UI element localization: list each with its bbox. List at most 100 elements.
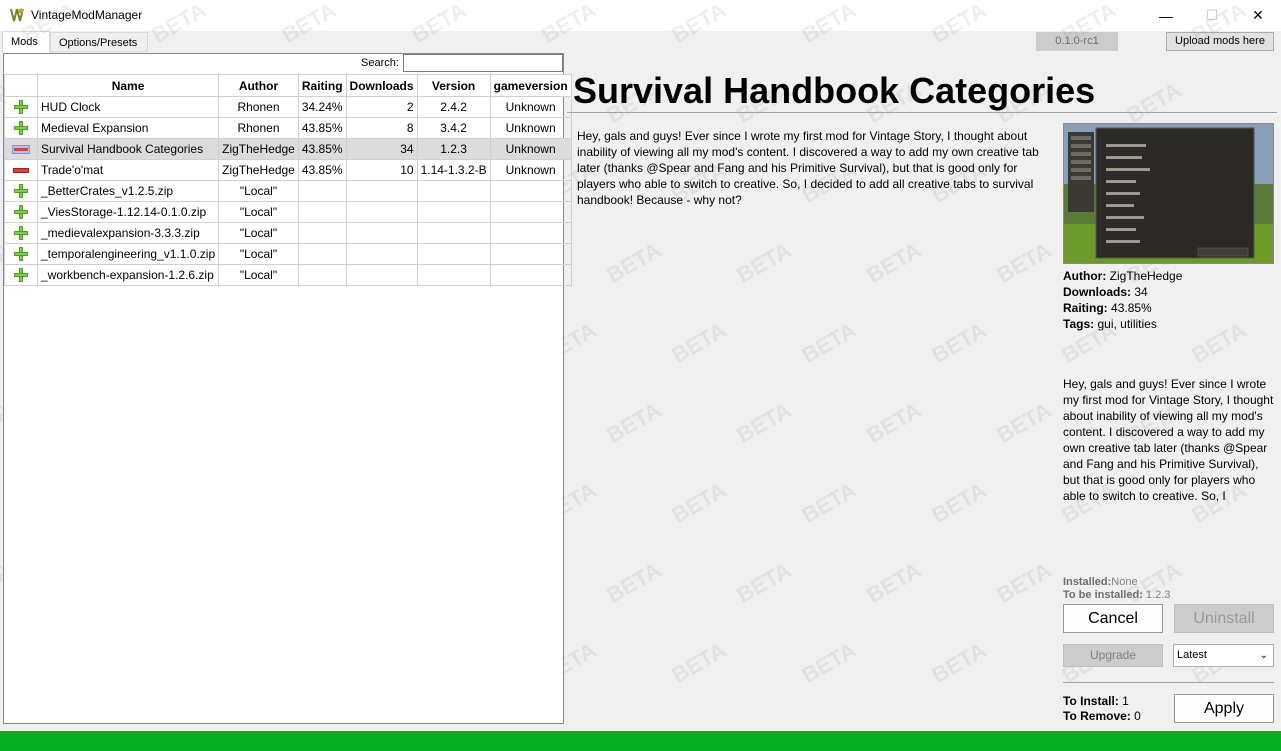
status-cell[interactable]: [4, 138, 38, 160]
upload-mods-button[interactable]: Upload mods here: [1166, 32, 1274, 51]
cell-name: HUD Clock: [36, 96, 220, 118]
cell-downloads: 10: [345, 159, 418, 181]
cell-name: _ViesStorage-1.12.14-0.1.0.zip: [36, 201, 220, 223]
add-icon[interactable]: [14, 121, 28, 135]
table-row[interactable]: Trade'o'mat ZigTheHedge 43.85% 10 1.14-1.3.2…: [4, 159, 572, 181]
cell-version: [416, 201, 491, 223]
cell-author: ZigTheHedge: [218, 138, 299, 160]
watermark-text: BETA: [732, 557, 796, 608]
search-label: Search:: [361, 57, 399, 69]
status-cell[interactable]: [4, 201, 38, 223]
status-cell[interactable]: [4, 264, 38, 286]
watermark-text: BETA: [992, 237, 1056, 288]
cell-author: "Local": [218, 222, 299, 244]
header-downloads[interactable]: Downloads: [345, 74, 418, 97]
minimize-button[interactable]: —: [1143, 0, 1189, 31]
cell-raiting: [297, 180, 347, 202]
add-icon[interactable]: [14, 184, 28, 198]
version-select[interactable]: Latest ⌄: [1173, 644, 1274, 667]
add-icon[interactable]: [14, 268, 28, 282]
table-row[interactable]: Medieval Expansion Rhonen 43.85% 8 3.4.2 Unkn…: [4, 117, 572, 139]
add-icon[interactable]: [14, 205, 28, 219]
cell-raiting: 43.85%: [297, 159, 347, 181]
cell-author: "Local": [218, 243, 299, 265]
status-cell[interactable]: [4, 180, 38, 202]
search-input[interactable]: [403, 54, 563, 72]
cell-raiting: [297, 201, 347, 223]
mods-table: Name Author Raiting Downloads Version ga…: [4, 74, 572, 286]
cell-downloads: [345, 201, 418, 223]
cell-author: Rhonen: [218, 117, 299, 139]
table-row[interactable]: _BetterCrates_v1.2.5.zip "Local": [4, 180, 572, 202]
watermark-text: BETA: [602, 557, 666, 608]
maximize-button[interactable]: ☐: [1189, 0, 1235, 31]
cell-gameversion: [489, 180, 572, 202]
author-label: Author:: [1063, 269, 1107, 283]
watermark-text: BETA: [862, 237, 926, 288]
status-cell[interactable]: [4, 96, 38, 118]
tab-options-presets[interactable]: Options/Presets: [50, 32, 148, 52]
add-icon[interactable]: [14, 100, 28, 114]
tags-value: gui, utilities: [1097, 317, 1157, 331]
table-row[interactable]: _ViesStorage-1.12.14-0.1.0.zip "Local": [4, 201, 572, 223]
status-cell[interactable]: [4, 159, 38, 181]
apply-button[interactable]: Apply: [1174, 694, 1274, 723]
watermark-text: BETA: [667, 317, 731, 368]
cell-author: "Local": [218, 201, 299, 223]
watermark-text: BETA: [797, 637, 861, 688]
raiting-value: 43.85%: [1111, 301, 1152, 315]
cell-name: _BetterCrates_v1.2.5.zip: [36, 180, 220, 202]
upgrade-button[interactable]: Upgrade: [1063, 644, 1163, 667]
mod-title: Survival Handbook Categories: [573, 70, 1096, 111]
header-name[interactable]: Name: [36, 74, 220, 97]
status-cell[interactable]: [4, 222, 38, 244]
status-cell[interactable]: [4, 243, 38, 265]
cell-gameversion: [489, 201, 572, 223]
cell-name: _medievalexpansion-3.3.3.zip: [36, 222, 220, 244]
close-button[interactable]: ✕: [1235, 0, 1281, 31]
cell-downloads: 2: [345, 96, 418, 118]
header-gameversion[interactable]: gameversion: [489, 74, 572, 97]
cell-version: [416, 264, 491, 286]
cell-author: "Local": [218, 180, 299, 202]
watermark-text: BETA: [667, 477, 731, 528]
table-row[interactable]: _workbench-expansion-1.2.6.zip "Local": [4, 264, 572, 286]
watermark-text: BETA: [602, 397, 666, 448]
cell-gameversion: Unknown: [489, 96, 572, 118]
remove-icon[interactable]: [13, 167, 29, 173]
table-row[interactable]: HUD Clock Rhonen 34.24% 2 2.4.2 Unknown: [4, 96, 572, 118]
cell-version: [416, 222, 491, 244]
header-raiting[interactable]: Raiting: [297, 74, 347, 97]
header-author[interactable]: Author: [218, 74, 299, 97]
watermark-text: BETA: [797, 317, 861, 368]
table-row[interactable]: _temporalengineering_v1.1.0.zip "Local": [4, 243, 572, 265]
mod-info: Author: ZigTheHedge Downloads: 34 Raitin…: [1063, 268, 1182, 332]
cell-raiting: [297, 243, 347, 265]
cell-raiting: 34.24%: [297, 96, 347, 118]
cell-name: Medieval Expansion: [36, 117, 220, 139]
cell-author: Rhonen: [218, 96, 299, 118]
status-cell[interactable]: [4, 117, 38, 139]
header-version[interactable]: Version: [416, 74, 491, 97]
cell-downloads: 34: [345, 138, 418, 160]
table-row[interactable]: _medievalexpansion-3.3.3.zip "Local": [4, 222, 572, 244]
table-header-row: Name Author Raiting Downloads Version ga…: [4, 74, 572, 97]
cell-author: "Local": [218, 264, 299, 286]
uninstall-button[interactable]: Uninstall: [1174, 604, 1274, 633]
cancel-button[interactable]: Cancel: [1063, 604, 1163, 633]
cell-raiting: [297, 264, 347, 286]
watermark-text: BETA: [992, 557, 1056, 608]
tab-mods[interactable]: Mods: [2, 31, 50, 53]
cell-raiting: 43.85%: [297, 138, 347, 160]
cell-raiting: 43.85%: [297, 117, 347, 139]
table-row[interactable]: Survival Handbook Categories ZigTheHedge 4…: [4, 138, 572, 160]
add-icon[interactable]: [14, 226, 28, 240]
watermark-text: BETA: [862, 557, 926, 608]
add-icon[interactable]: [14, 247, 28, 261]
watermark-text: BETA: [732, 237, 796, 288]
cell-gameversion: Unknown: [489, 138, 572, 160]
to-remove-label: To Remove:: [1063, 709, 1131, 723]
progress-bar-fill: [0, 731, 1281, 751]
pending-remove-icon[interactable]: [12, 144, 30, 154]
mod-description-side: Hey, gals and guys! Ever since I wrote m…: [1063, 377, 1274, 503]
